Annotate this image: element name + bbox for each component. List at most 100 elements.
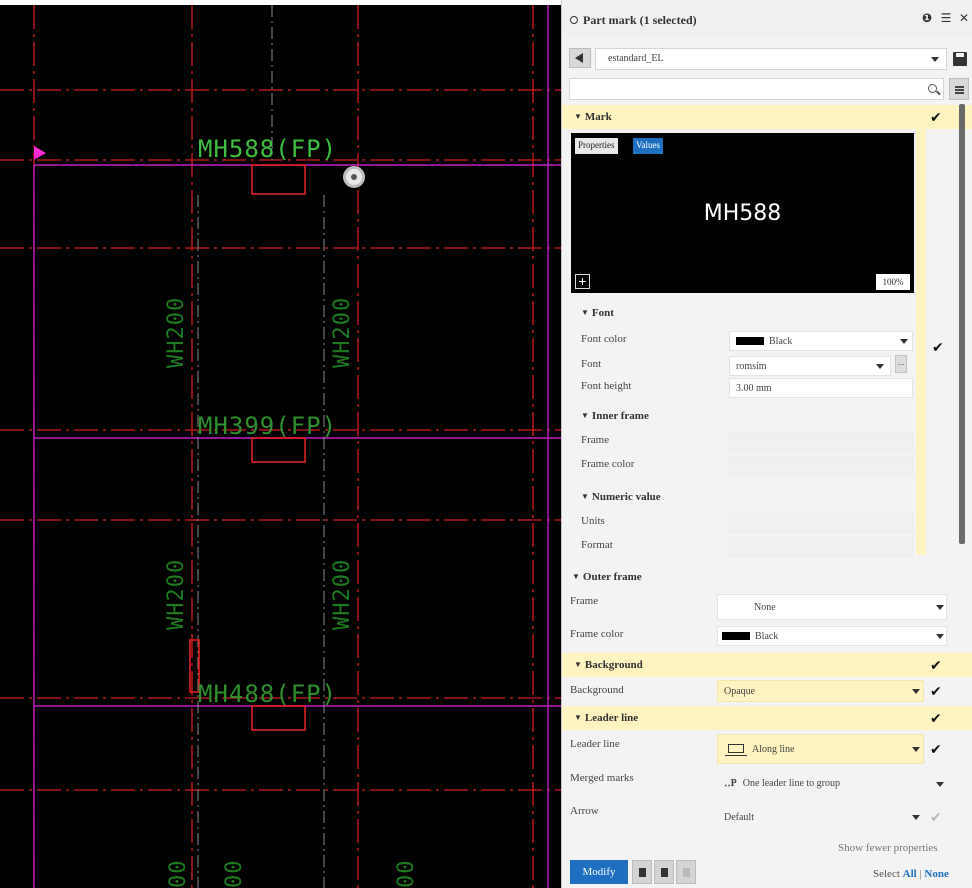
modify-button[interactable]: Modify (570, 860, 628, 884)
search-icon[interactable] (928, 84, 937, 93)
arrow-value: Default (724, 812, 754, 823)
check-icon[interactable]: ✔ (930, 658, 942, 672)
font-height-value: 3.00 mm (736, 383, 772, 394)
check-icon[interactable]: ✔ (930, 684, 942, 698)
chevron-down-icon (912, 815, 920, 820)
mark-preview: Properties Values MH588 + 100% (571, 133, 914, 293)
drawing-lines (0, 0, 561, 888)
merged-marks-dropdown[interactable]: ‥P One leader line to group (717, 769, 947, 797)
profile-label[interactable]: 00 (166, 860, 191, 888)
arrow-dropdown[interactable]: Default (717, 806, 924, 828)
font-value: romsim (736, 361, 767, 372)
section-outer-frame[interactable]: ▼ Outer frame (572, 571, 642, 583)
subsection-inner-frame-label: Inner frame (591, 410, 649, 422)
drawing-canvas[interactable]: MH588(FP) MH399(FP) MH488(FP) WH200 WH20… (0, 0, 561, 888)
select-row: Select All | None (873, 868, 949, 880)
select-all-link[interactable]: All (903, 868, 917, 880)
leader-group-icon: ‥P (724, 778, 737, 789)
outer-frame-color-value: Black (755, 631, 779, 642)
list-icon[interactable]: ☰ (939, 11, 953, 25)
paste-button[interactable] (676, 860, 696, 884)
help-icon[interactable]: ❶ (920, 11, 934, 25)
search-row (562, 76, 972, 102)
zoom-level[interactable]: 100% (876, 274, 910, 290)
leader-line-dropdown[interactable]: Along line (717, 734, 924, 764)
chevron-down-icon (936, 634, 944, 639)
color-swatch (736, 337, 764, 345)
preset-dropdown[interactable]: estandard_EL (595, 48, 947, 70)
panel-scrollbar[interactable] (959, 104, 965, 544)
show-fewer-link[interactable]: Show fewer properties (838, 842, 938, 854)
copy-icon (661, 868, 668, 877)
background-dropdown[interactable]: Opaque (717, 680, 924, 702)
format-label: Format (581, 539, 613, 551)
close-icon[interactable]: ✕ (957, 11, 971, 25)
check-icon[interactable]: ✔ (930, 742, 942, 756)
font-color-dropdown[interactable]: Black (729, 331, 913, 351)
leader-line-label: Leader line (570, 738, 620, 750)
inner-frame-dropdown[interactable] (729, 432, 913, 452)
font-height-label: Font height (581, 380, 632, 392)
part-mark[interactable]: MH488(FP) (198, 680, 337, 708)
drag-handle[interactable] (343, 166, 365, 188)
search-input[interactable] (569, 78, 944, 100)
background-label: Background (570, 684, 624, 696)
tab-properties[interactable]: Properties (575, 138, 618, 154)
part-mark[interactable]: MH399(FP) (198, 412, 337, 440)
frame-label: Frame (581, 434, 610, 446)
paste-icon (683, 868, 690, 877)
save-icon[interactable] (953, 52, 967, 66)
outer-frame-dropdown[interactable]: None (717, 594, 947, 620)
subsection-numeric-value-label: Numeric value (591, 491, 661, 503)
profile-label[interactable]: 00 (394, 860, 419, 888)
profile-label[interactable]: WH200 (164, 559, 189, 630)
preset-row: estandard_EL (562, 42, 972, 72)
add-element-button[interactable]: + (575, 274, 590, 289)
section-background[interactable]: ▼ Background (562, 653, 972, 677)
subsection-inner-frame[interactable]: ▼ Inner frame (581, 410, 649, 422)
profile-label[interactable]: WH200 (164, 297, 189, 368)
tab-values[interactable]: Values (633, 138, 663, 154)
units-dropdown[interactable] (729, 513, 913, 533)
chevron-down-icon (876, 364, 884, 369)
preview-text: MH588 (703, 201, 782, 226)
inner-frame-color-dropdown[interactable] (729, 456, 913, 476)
subsection-numeric-value[interactable]: ▼ Numeric value (581, 491, 661, 503)
font-label: Font (581, 358, 602, 370)
check-icon[interactable]: ✔ (930, 810, 942, 824)
units-label: Units (581, 515, 605, 527)
section-background-label: Background (584, 659, 643, 671)
section-leader-line[interactable]: ▼ Leader line (562, 706, 972, 730)
profile-label[interactable]: 00 (222, 860, 247, 888)
chevron-down-icon (900, 339, 908, 344)
format-dropdown[interactable] (729, 537, 913, 557)
font-dropdown[interactable]: romsim (729, 356, 891, 376)
back-button[interactable] (569, 48, 591, 68)
select-none-link[interactable]: None (924, 868, 948, 880)
leader-line-value: Along line (752, 744, 795, 755)
panel-title: Part mark (1 selected) (570, 13, 697, 28)
leader-line-icon (725, 744, 747, 756)
check-icon[interactable]: ✔ (930, 711, 942, 725)
font-browse-button[interactable]: ... (895, 355, 907, 373)
section-outer-frame-label: Outer frame (582, 571, 642, 583)
properties-panel: Part mark (1 selected) ❶ ☰ ✕ estandard_E… (561, 0, 972, 888)
part-mark-selected[interactable]: MH588(FP) (198, 135, 337, 163)
profile-label[interactable]: WH200 (330, 297, 355, 368)
chevron-down-icon (912, 747, 920, 752)
font-height-input[interactable]: 3.00 mm (729, 378, 913, 398)
get-button[interactable] (632, 860, 652, 884)
section-mark[interactable]: ▼ Mark (562, 105, 972, 129)
check-icon[interactable]: ✔ (930, 110, 942, 124)
profile-label[interactable]: WH200 (330, 559, 355, 630)
check-icon[interactable]: ✔ (932, 340, 944, 354)
copy-button[interactable] (654, 860, 674, 884)
chevron-down-icon (936, 782, 944, 787)
preset-value: estandard_EL (608, 53, 664, 64)
filter-button[interactable] (949, 78, 969, 100)
subsection-font[interactable]: ▼ Font (581, 307, 614, 319)
chevron-down-icon (936, 605, 944, 610)
section-leader-line-label: Leader line (584, 712, 639, 724)
outer-frame-color-dropdown[interactable]: Black (717, 626, 947, 646)
get-icon (639, 868, 646, 877)
